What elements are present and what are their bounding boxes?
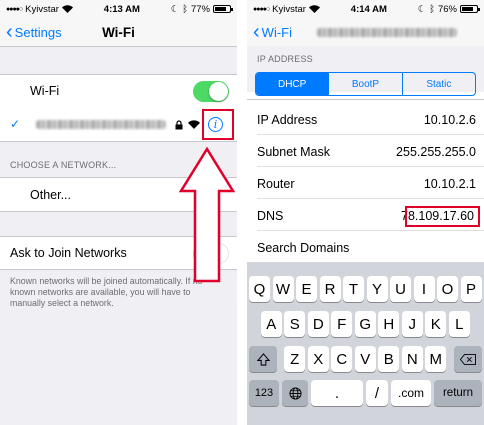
row-value: 10.10.2.1 [423,177,476,191]
backspace-icon [460,353,476,365]
search-domains-row[interactable]: Search Domains [247,233,484,263]
key-j[interactable]: J [401,311,423,337]
other-label: Other... [30,187,71,202]
signal-icon: ●●●●○ [6,5,23,13]
network-name-blurred [36,119,167,129]
battery-percent: 76% [437,3,457,15]
key-m[interactable]: M [425,346,447,372]
key-d[interactable]: D [307,311,329,337]
highlight-box-info [202,109,234,140]
segment-bootp[interactable]: BootP [328,73,401,95]
wifi-toggle[interactable] [193,81,229,102]
chevron-left-icon: ‹ [253,21,260,43]
key-w[interactable]: W [272,276,294,302]
key-x[interactable]: X [307,346,329,372]
key-l[interactable]: L [448,311,470,337]
key-u[interactable]: U [390,276,411,302]
carrier-name: Kyivstar [25,3,59,15]
router-row: Router 10.10.2.1 [247,169,484,199]
moon-icon: ☾ [170,3,180,15]
battery-icon [459,5,480,13]
key-backspace[interactable] [454,346,482,372]
battery-icon [212,5,233,13]
back-label: Settings [14,24,62,40]
screen-divider [237,0,247,425]
choose-network-header: CHOOSE A NETWORK... [10,160,117,170]
row-label: IP Address [257,113,318,127]
key-h[interactable]: H [378,311,400,337]
key-numbers[interactable]: 123 [249,380,279,406]
key-i[interactable]: I [413,276,435,302]
key-b[interactable]: B [378,346,400,372]
row-label: DNS [257,209,284,223]
ask-join-label: Ask to Join Networks [10,246,127,260]
row-value: 255.255.255.0 [396,145,476,159]
key-globe[interactable] [282,380,308,406]
navigation-bar: ‹ Settings Wi-Fi [0,18,237,47]
battery-percent: 77% [190,3,210,15]
status-bar: ●●●●○ Kyivstar 4:13 AM ☾ ᛒ 77% [0,0,237,18]
back-button-wifi[interactable]: ‹ Wi-Fi [247,22,292,42]
wifi-status-icon [61,5,73,13]
key-s[interactable]: S [284,311,306,337]
key-return[interactable]: return [434,380,482,406]
checkmark-icon: ✓ [10,117,21,131]
bluetooth-icon: ᛒ [429,3,435,15]
row-label: Router [257,177,295,191]
up-arrow-annotation [178,146,236,283]
key-q[interactable]: Q [249,276,270,302]
network-detail-screen: ●●●●○ Kyivstar 4:14 AM ☾ ᛒ 76% ‹ Wi-Fi IP AD… [247,0,484,425]
navigation-bar: ‹ Wi-Fi [247,18,484,47]
key-y[interactable]: Y [366,276,388,302]
wifi-strength-icon [188,120,200,129]
key-n[interactable]: N [401,346,423,372]
ip-address-header: IP ADDRESS [257,54,313,64]
signal-icon: ●●●●○ [253,5,270,13]
back-label: Wi-Fi [261,24,292,40]
ip-mode-segmented-control: DHCP BootP Static [255,72,476,96]
segment-dhcp[interactable]: DHCP [256,73,329,95]
clock: 4:14 AM [350,3,387,15]
highlight-box-dns [405,206,480,227]
key-v[interactable]: V [354,346,376,372]
key-f[interactable]: F [331,311,353,337]
key-dot-com[interactable]: .com [391,380,431,406]
key-shift[interactable] [249,346,277,372]
key-e[interactable]: E [296,276,317,302]
network-title-blurred [317,27,457,37]
key-period[interactable]: . [311,380,363,406]
wifi-status-icon [308,5,320,13]
ip-address-row: IP Address 10.10.2.6 [247,105,484,135]
clock: 4:13 AM [103,3,140,15]
key-p[interactable]: P [460,276,482,302]
bluetooth-icon: ᛒ [182,3,188,15]
row-label: Search Domains [257,241,350,255]
shift-icon [256,352,270,366]
globe-icon [288,386,302,400]
keyboard: 123 . / .com return QWERTYUIOP ASDFGHJKL Z… [247,262,484,425]
key-o[interactable]: O [437,276,458,302]
wifi-label: Wi-Fi [30,84,60,98]
segment-static[interactable]: Static [401,73,475,95]
carrier-name: Kyivstar [272,3,306,15]
moon-icon: ☾ [417,3,427,15]
key-g[interactable]: G [354,311,376,337]
status-bar: ●●●●○ Kyivstar 4:14 AM ☾ ᛒ 76% [247,0,484,18]
key-r[interactable]: R [319,276,341,302]
wifi-settings-screen: ●●●●○ Kyivstar 4:13 AM ☾ ᛒ 77% ‹ Settings Wi… [0,0,237,425]
lock-icon [175,120,183,130]
back-button-settings[interactable]: ‹ Settings [0,22,62,42]
chevron-left-icon: ‹ [6,21,13,43]
row-value: 10.10.2.6 [423,113,476,127]
row-label: Subnet Mask [257,145,330,159]
subnet-mask-row: Subnet Mask 255.255.255.0 [247,137,484,167]
key-t[interactable]: T [343,276,364,302]
page-title: Wi-Fi [102,24,135,40]
key-slash[interactable]: / [366,380,388,406]
key-c[interactable]: C [331,346,353,372]
key-a[interactable]: A [260,311,282,337]
key-z[interactable]: Z [284,346,306,372]
wifi-toggle-row: Wi-Fi [0,74,237,107]
key-k[interactable]: K [425,311,447,337]
